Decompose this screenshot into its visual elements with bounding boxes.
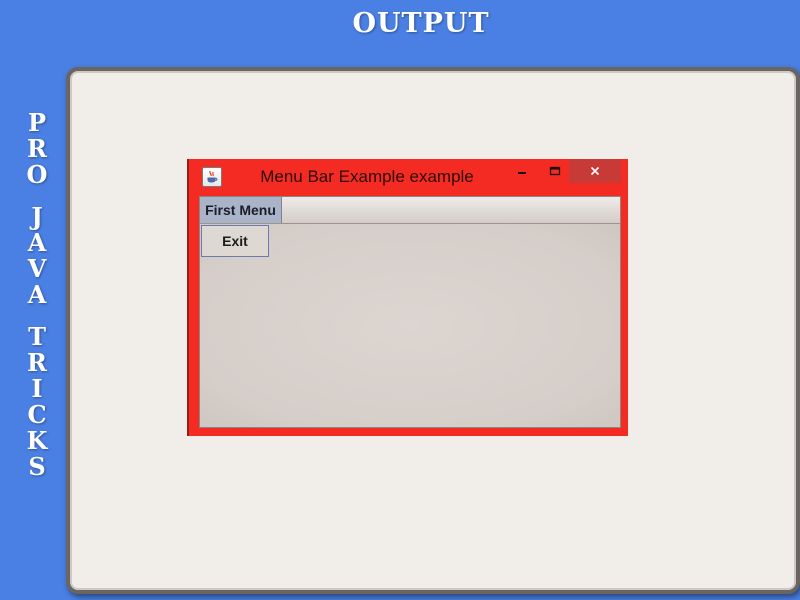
window-title: Menu Bar Example example [260,167,474,186]
side-label-letter: O [26,160,48,189]
side-label-letter: P [27,108,47,137]
minimize-button[interactable] [509,159,535,183]
maximize-icon [549,166,561,176]
client-area: First Menu Exit [199,196,621,428]
side-label-letter: T [28,322,46,351]
close-button[interactable] [569,159,621,183]
side-label-letter: V [27,254,47,283]
side-label-letter: K [26,426,48,455]
slide-title: OUTPUT [352,8,490,39]
menu-item-exit[interactable]: Exit [201,225,269,257]
title-bar[interactable]: Menu Bar Example example [189,159,628,197]
side-label-letter: R [27,348,47,377]
side-label-letter: S [28,452,46,481]
minimize-icon [518,172,526,174]
app-window: Menu Bar Example example First Menu Exit [187,159,628,436]
side-label-letter: I [31,374,43,403]
side-label-letter: A [27,228,47,257]
maximize-button[interactable] [542,159,568,183]
menu-bar: First Menu [200,197,620,224]
side-label: PROJAVATRICKS [22,110,52,515]
side-label-letter: J [31,202,43,231]
side-label-letter: A [27,280,47,309]
menu-first-menu[interactable]: First Menu [200,197,282,223]
close-icon [590,166,600,176]
side-label-letter: R [27,134,47,163]
side-label-letter: C [27,400,47,429]
